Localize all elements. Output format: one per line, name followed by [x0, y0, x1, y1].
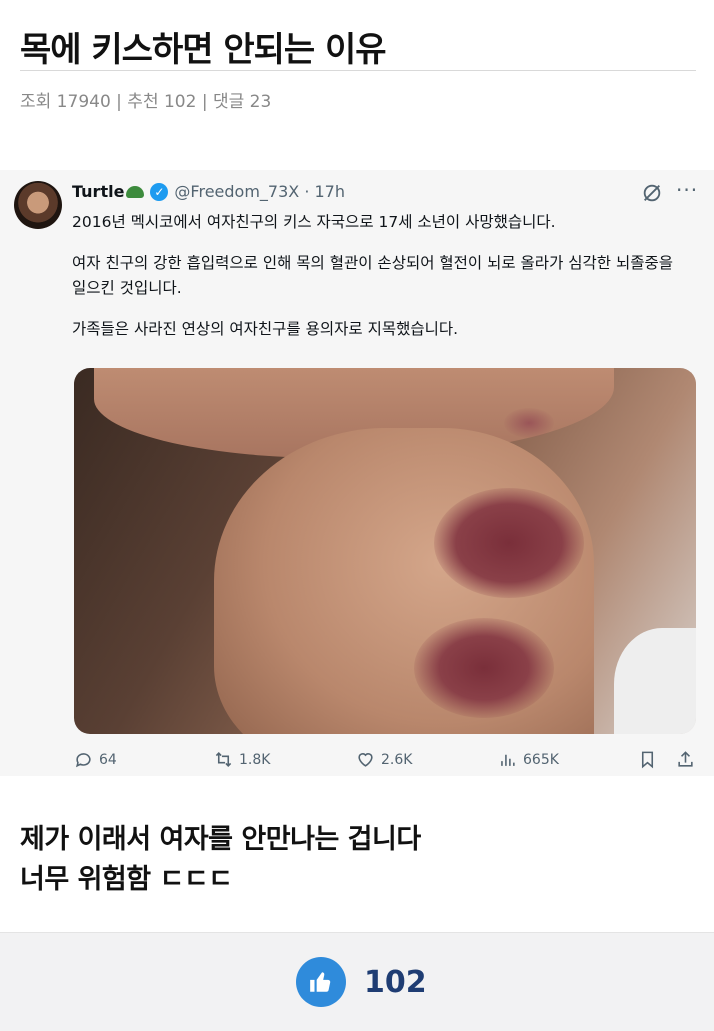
photo-mark [434, 488, 584, 598]
like-tweet-button[interactable]: 2.6K [356, 750, 412, 769]
tweet-paragraph: 여자 친구의 강한 흡입력으로 인해 목의 혈관이 손상되어 혈전이 뇌로 올라… [72, 254, 674, 297]
views-count: 665K [523, 751, 559, 768]
views-button[interactable]: 665K [498, 750, 559, 769]
post-meta: 조회 17940 | 추천 102 | 댓글 23 [20, 92, 272, 112]
avatar[interactable] [14, 181, 62, 229]
title-divider [20, 70, 696, 71]
thumbs-up-icon [310, 972, 331, 992]
tweet-photo[interactable] [74, 368, 696, 734]
like-count-tweet: 2.6K [381, 751, 413, 768]
recommend-count: 102 [364, 965, 427, 1000]
share-button[interactable] [676, 750, 695, 769]
recommend-button[interactable] [296, 957, 346, 1007]
reply-icon [75, 753, 91, 768]
share-icon [678, 751, 693, 767]
post-body-line: 제가 이래서 여자를 안만나는 겁니다 [20, 824, 421, 855]
tweet-actions: 64 1.8K 2.6K 665K [0, 750, 714, 774]
tweet-author-name[interactable]: Turtle [72, 182, 124, 201]
post-body: 제가 이래서 여자를 안만나는 겁니다 너무 위험함 ㄷㄷㄷ [20, 820, 421, 900]
photo-mark [504, 408, 554, 438]
photo-mark [414, 618, 554, 718]
reply-count: 64 [99, 751, 117, 768]
heart-icon [358, 753, 373, 767]
retweet-button[interactable]: 1.8K [214, 750, 270, 769]
tweet-handle-time[interactable]: @Freedom_73X · 17h [174, 182, 345, 201]
verified-badge-icon: ✓ [150, 182, 169, 201]
turtle-emoji-icon [126, 185, 145, 198]
bookmark-icon [641, 751, 654, 769]
retweet-icon [215, 752, 232, 767]
retweet-count: 1.8K [239, 751, 271, 768]
tweet-text: 2016년 멕시코에서 여자친구의 키스 자국으로 17세 소년이 사망했습니다… [72, 210, 692, 358]
page-title: 목에 키스하면 안되는 이유 [20, 30, 387, 70]
bookmark-button[interactable] [638, 750, 657, 769]
more-options-icon[interactable]: ··· [676, 178, 698, 202]
tweet-paragraph: 2016년 멕시코에서 여자친구의 키스 자국으로 17세 소년이 사망했습니다… [72, 213, 556, 231]
views-icon [501, 754, 515, 766]
photo-collar [614, 628, 696, 734]
grok-icon[interactable] [641, 182, 663, 204]
post-body-line: 너무 위험함 ㄷㄷㄷ [20, 864, 233, 895]
recommend-bar: 102 [0, 932, 714, 1031]
tweet-paragraph: 가족들은 사라진 연상의 여자친구를 용의자로 지목했습니다. [72, 320, 459, 338]
tweet-header: Turtle ✓ @Freedom_73X · 17h [72, 182, 345, 201]
reply-button[interactable]: 64 [74, 750, 117, 769]
embedded-tweet: Turtle ✓ @Freedom_73X · 17h ··· 2016년 멕시… [0, 170, 714, 776]
